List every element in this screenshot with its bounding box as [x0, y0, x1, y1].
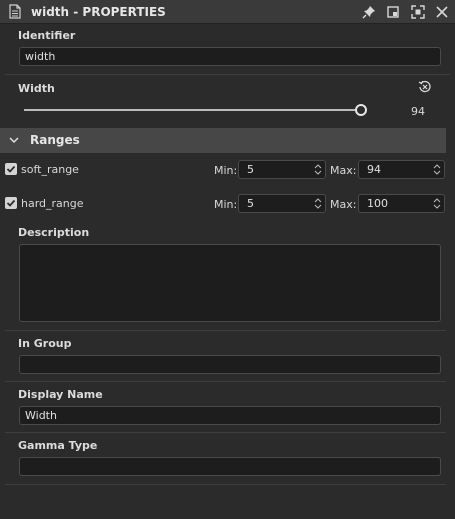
soft-max-label: Max:	[330, 164, 357, 177]
soft-max-value: 94	[367, 163, 381, 176]
title-bar: width - PROPERTIES	[0, 0, 455, 24]
identifier-input[interactable]: width	[19, 47, 441, 66]
gamma-type-label: Gamma Type	[18, 439, 98, 452]
pin-icon[interactable]	[361, 4, 377, 20]
hard-range-checkbox[interactable]	[5, 197, 17, 209]
soft-min-value: 5	[247, 163, 254, 176]
divider	[5, 381, 450, 382]
in-group-input[interactable]	[19, 355, 441, 374]
divider	[5, 484, 450, 485]
spin-arrows-icon[interactable]	[433, 163, 441, 176]
scrollbar[interactable]	[446, 128, 455, 519]
ranges-group-header[interactable]: Ranges	[0, 128, 446, 153]
hard-max-input[interactable]: 100	[358, 194, 445, 213]
properties-panel: Identifier width Width 94 Ranges soft_ra…	[0, 24, 455, 519]
ranges-label: Ranges	[30, 133, 80, 147]
gamma-type-select[interactable]	[19, 457, 441, 476]
divider	[5, 330, 450, 331]
hard-max-label: Max:	[330, 198, 357, 211]
close-icon[interactable]	[434, 4, 450, 20]
in-group-label: In Group	[18, 337, 72, 350]
display-name-input[interactable]: Width	[19, 406, 441, 425]
chevron-down-icon[interactable]	[8, 134, 20, 146]
width-slider-track[interactable]	[24, 109, 361, 111]
description-label: Description	[18, 226, 90, 239]
identifier-label: Identifier	[18, 29, 76, 42]
soft-min-input[interactable]: 5	[238, 160, 326, 179]
divider	[5, 432, 450, 433]
description-textarea[interactable]	[19, 244, 441, 322]
hard-max-value: 100	[367, 197, 388, 210]
width-value: 94	[411, 105, 425, 118]
width-label: Width	[18, 82, 55, 95]
window-title: width - PROPERTIES	[31, 5, 166, 19]
hard-min-value: 5	[247, 197, 254, 210]
spin-arrows-icon[interactable]	[314, 163, 322, 176]
soft-range-label: soft_range	[21, 163, 79, 176]
document-icon	[9, 4, 21, 19]
hard-min-label: Min:	[214, 198, 238, 211]
width-slider-handle[interactable]	[355, 104, 367, 116]
maximize-icon[interactable]	[410, 4, 426, 20]
hard-range-label: hard_range	[21, 197, 84, 210]
soft-range-checkbox[interactable]	[5, 163, 17, 175]
display-name-label: Display Name	[18, 388, 103, 401]
divider	[5, 74, 450, 75]
hard-min-input[interactable]: 5	[238, 194, 326, 213]
soft-min-label: Min:	[214, 164, 238, 177]
spin-arrows-icon[interactable]	[433, 197, 441, 210]
spin-arrows-icon[interactable]	[314, 197, 322, 210]
restore-icon[interactable]	[385, 4, 401, 20]
soft-max-input[interactable]: 94	[358, 160, 445, 179]
reset-icon[interactable]	[418, 80, 432, 94]
